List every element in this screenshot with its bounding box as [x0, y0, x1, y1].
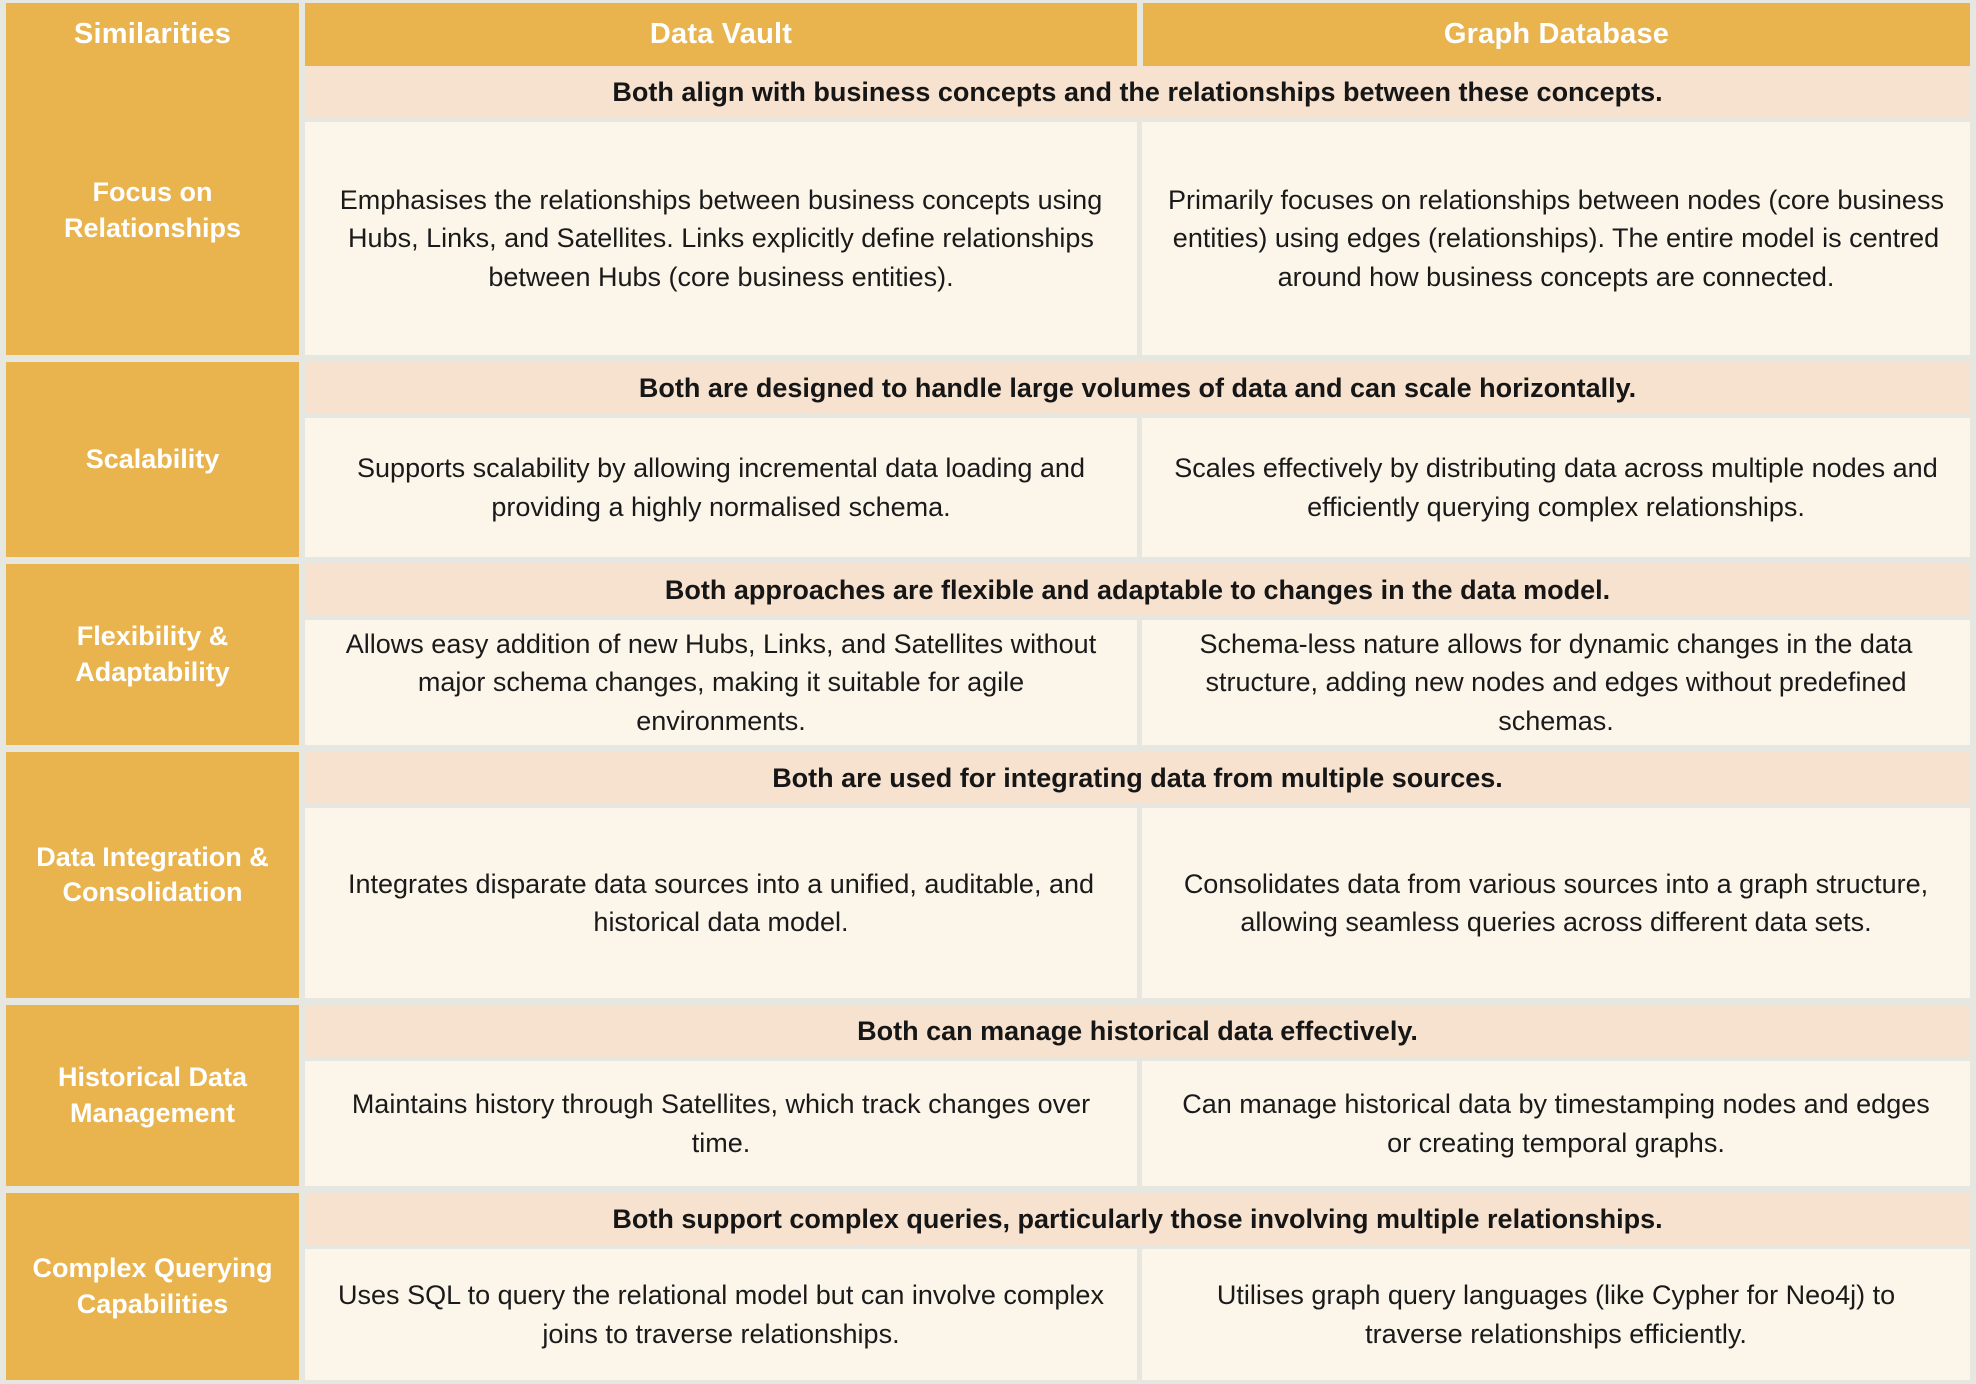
row-content: Both support complex queries, particular… [305, 1193, 1970, 1380]
row-banner: Both approaches are flexible and adaptab… [305, 564, 1970, 616]
row-label-historical-data-management: Historical Data Management [6, 1005, 299, 1186]
table-row: Scalability Both are designed to handle … [6, 362, 1970, 557]
cell-graph-database: Scales effectively by distributing data … [1142, 418, 1970, 557]
row-content: Both align with business concepts and th… [305, 66, 1970, 355]
cell-data-vault: Maintains history through Satellites, wh… [305, 1061, 1137, 1186]
row-banner: Both are designed to handle large volume… [305, 362, 1970, 414]
row-label-data-integration-consolidation: Data Integration & Consolidation [6, 752, 299, 998]
table-row: Flexibility & Adaptability Both approach… [6, 564, 1970, 745]
row-content: Both can manage historical data effectiv… [305, 1005, 1970, 1186]
header-cell-graph-database: Graph Database [1143, 3, 1970, 66]
table-header-row: Similarities Data Vault Graph Database [0, 0, 1976, 66]
row-banner: Both align with business concepts and th… [305, 66, 1970, 118]
row-banner: Both support complex queries, particular… [305, 1193, 1970, 1245]
cell-graph-database: Schema-less nature allows for dynamic ch… [1142, 620, 1970, 745]
table-body: Focus on Relationships Both align with b… [0, 66, 1976, 1384]
cell-graph-database: Utilises graph query languages (like Cyp… [1142, 1249, 1970, 1380]
row-content: Both are used for integrating data from … [305, 752, 1970, 998]
row-detail-cells: Allows easy addition of new Hubs, Links,… [305, 616, 1970, 745]
row-label-complex-querying-capabilities: Complex Querying Capabilities [6, 1193, 299, 1380]
row-detail-cells: Supports scalability by allowing increme… [305, 414, 1970, 557]
cell-graph-database: Can manage historical data by timestampi… [1142, 1061, 1970, 1186]
cell-data-vault: Emphasises the relationships between bus… [305, 122, 1137, 355]
cell-data-vault: Supports scalability by allowing increme… [305, 418, 1137, 557]
table-row: Complex Querying Capabilities Both suppo… [6, 1193, 1970, 1380]
cell-data-vault: Integrates disparate data sources into a… [305, 808, 1137, 998]
row-content: Both approaches are flexible and adaptab… [305, 564, 1970, 745]
cell-graph-database: Primarily focuses on relationships betwe… [1142, 122, 1970, 355]
row-detail-cells: Uses SQL to query the relational model b… [305, 1245, 1970, 1380]
cell-data-vault: Uses SQL to query the relational model b… [305, 1249, 1137, 1380]
row-banner: Both are used for integrating data from … [305, 752, 1970, 804]
row-content: Both are designed to handle large volume… [305, 362, 1970, 557]
row-label-flexibility-adaptability: Flexibility & Adaptability [6, 564, 299, 745]
row-detail-cells: Integrates disparate data sources into a… [305, 804, 1970, 998]
cell-graph-database: Consolidates data from various sources i… [1142, 808, 1970, 998]
table-row: Historical Data Management Both can mana… [6, 1005, 1970, 1186]
row-label-focus-on-relationships: Focus on Relationships [6, 66, 299, 355]
row-detail-cells: Maintains history through Satellites, wh… [305, 1057, 1970, 1186]
table-row: Data Integration & Consolidation Both ar… [6, 752, 1970, 998]
comparison-table: Similarities Data Vault Graph Database F… [0, 0, 1976, 1384]
table-row: Focus on Relationships Both align with b… [6, 66, 1970, 355]
cell-data-vault: Allows easy addition of new Hubs, Links,… [305, 620, 1137, 745]
header-cell-similarities: Similarities [6, 3, 299, 66]
header-cell-data-vault: Data Vault [305, 3, 1137, 66]
row-banner: Both can manage historical data effectiv… [305, 1005, 1970, 1057]
row-label-scalability: Scalability [6, 362, 299, 557]
row-detail-cells: Emphasises the relationships between bus… [305, 118, 1970, 355]
